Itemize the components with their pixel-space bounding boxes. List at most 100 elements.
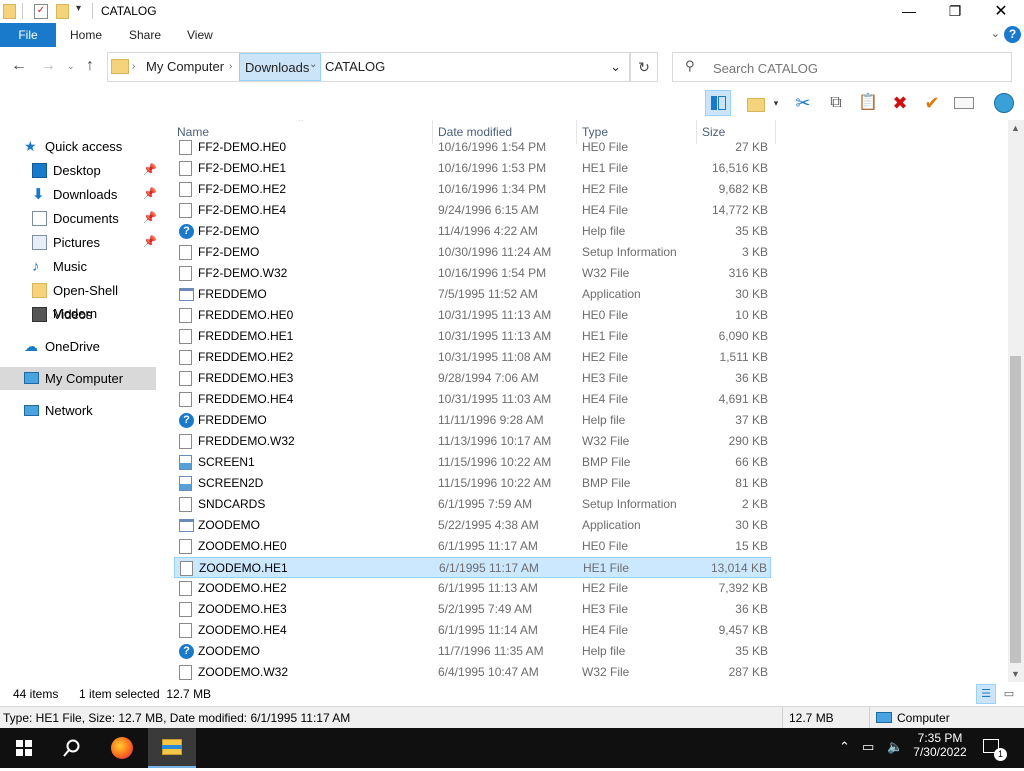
nav-videos[interactable]: Videos [0, 303, 156, 326]
properties-icon[interactable]: ✓ [34, 4, 48, 19]
file-row[interactable]: ZOODEMO.HE3 5/2/1995 7:49 AM HE3 File 36 KB [174, 599, 771, 620]
file-date-modified: 10/31/1995 11:13 AM [438, 308, 552, 322]
tab-view[interactable]: View [187, 23, 213, 47]
refresh-button[interactable]: ↻ [630, 52, 658, 82]
file-size: 37 KB [735, 413, 768, 427]
email-icon[interactable] [951, 90, 977, 116]
network-status-icon[interactable]: ▭ [862, 739, 874, 755]
file-row[interactable]: ZOODEMO 5/22/1995 4:38 AM Application 30 KB [174, 515, 771, 536]
tab-share[interactable]: Share [129, 23, 161, 47]
clock[interactable]: 7:35 PM 7/30/2022 [912, 731, 968, 765]
file-row[interactable]: FF2-DEMO.HE0 10/16/1996 1:54 PM HE0 File 27… [174, 137, 771, 158]
nav-desktop[interactable]: Desktop 📌 [0, 159, 157, 182]
address-bar[interactable]: › My Computer › Downloads ⌄ CATALOG ⌄ [107, 52, 630, 82]
breadcrumb-dropdown-icon[interactable]: ⌄ [309, 59, 317, 70]
file-row[interactable]: FF2-DEMO.W32 10/16/1996 1:54 PM W32 File 31… [174, 263, 771, 284]
maximize-button[interactable]: ❐ [932, 0, 978, 23]
file-name: ZOODEMO.W32 [198, 665, 289, 679]
file-row[interactable]: ZOODEMO.HE1 6/1/1995 11:17 AM HE1 File 13,0… [174, 557, 771, 578]
search-box[interactable]: ⚲ [672, 52, 1012, 82]
file-row[interactable]: ? FF2-DEMO 11/4/1996 4:22 AM Help file 35 KB [174, 221, 771, 242]
forward-arrow-icon[interactable]: → [40, 57, 56, 75]
file-row[interactable]: FREDDEMO.HE2 10/31/1995 11:08 AM HE2 File 1… [174, 347, 771, 368]
scroll-thumb[interactable] [1010, 356, 1021, 663]
file-name: FREDDEMO [198, 287, 267, 301]
file-row[interactable]: FREDDEMO.HE4 10/31/1995 11:03 AM HE4 File 4… [174, 389, 771, 410]
file-row[interactable]: FREDDEMO.HE1 10/31/1995 11:13 AM HE1 File 6… [174, 326, 771, 347]
properties-icon[interactable]: ✔ [919, 90, 945, 116]
file-name: ZOODEMO.HE1 [199, 561, 288, 575]
file-row[interactable]: FREDDEMO 7/5/1995 11:52 AM Application 30 K… [174, 284, 771, 305]
breadcrumb-catalog[interactable]: CATALOG [325, 59, 385, 74]
file-date-modified: 7/5/1995 11:52 AM [438, 287, 538, 301]
file-row[interactable]: FF2-DEMO.HE4 9/24/1996 6:15 AM HE4 File 14,… [174, 200, 771, 221]
recent-locations-icon[interactable]: ⌄ [67, 61, 75, 72]
copy-icon[interactable]: ⧉ [823, 90, 849, 116]
file-row[interactable]: SCREEN2D 11/15/1996 10:22 AM BMP File 81 KB [174, 473, 771, 494]
file-row[interactable]: FREDDEMO.W32 11/13/1996 10:17 AM W32 File 2… [174, 431, 771, 452]
nav-quick-access[interactable]: ★ Quick access [0, 135, 156, 158]
nav-onedrive[interactable]: ☁ OneDrive [0, 335, 156, 358]
breadcrumb-downloads-highlight[interactable]: Downloads ⌄ [239, 53, 321, 81]
file-row[interactable]: ZOODEMO.HE0 6/1/1995 11:17 AM HE0 File 15 K… [174, 536, 771, 557]
column-divider[interactable] [775, 120, 776, 144]
file-name: ZOODEMO.HE2 [198, 581, 287, 595]
file-row[interactable]: SCREEN1 11/15/1996 10:22 AM BMP File 66 KB [174, 452, 771, 473]
address-dropdown-icon[interactable]: ⌄ [610, 59, 621, 75]
start-button[interactable] [0, 728, 48, 768]
nav-music[interactable]: ♪ Music [0, 255, 156, 278]
customize-quick-access-icon[interactable]: ▾ [76, 3, 81, 14]
file-name: FREDDEMO.HE4 [198, 392, 294, 406]
tab-file[interactable]: File [0, 23, 56, 47]
file-row[interactable]: ? FREDDEMO 11/11/1996 9:28 AM Help file 37 K… [174, 410, 771, 431]
nav-downloads[interactable]: ⬇ Downloads 📌 [0, 183, 157, 206]
new-folder-icon[interactable] [744, 90, 770, 116]
file-row[interactable]: ZOODEMO.W32 6/4/1995 10:47 AM W32 File 287 … [174, 662, 771, 682]
breadcrumb-my-computer[interactable]: My Computer [146, 59, 224, 74]
file-row[interactable]: ZOODEMO.HE2 6/1/1995 11:13 AM HE2 File 7,39… [174, 578, 771, 599]
file-explorer-taskbar-icon[interactable] [148, 728, 196, 768]
file-row[interactable]: ZOODEMO.HE4 6/1/1995 11:14 AM HE4 File 9,45… [174, 620, 771, 641]
help-button[interactable]: ? [1004, 26, 1021, 43]
file-row[interactable]: FF2-DEMO 10/30/1996 11:24 AM Setup Informa… [174, 242, 771, 263]
up-arrow-icon[interactable]: ↑ [86, 57, 94, 75]
nav-my-computer[interactable]: My Computer [0, 367, 156, 390]
nav-pictures[interactable]: Pictures 📌 [0, 231, 157, 254]
new-folder-icon[interactable] [56, 4, 69, 19]
file-row[interactable]: ? ZOODEMO 11/7/1996 11:35 AM Help file 35 KB [174, 641, 771, 662]
volume-icon[interactable]: 🔈 [887, 739, 903, 755]
close-button[interactable]: ✕ [978, 0, 1024, 23]
navigation-bar: ← → ⌄ ↑ › My Computer › Downloads ⌄ CATA… [0, 47, 1024, 87]
file-row[interactable]: SNDCARDS 6/1/1995 7:59 AM Setup Informatio… [174, 494, 771, 515]
minimize-button[interactable]: — [886, 0, 932, 23]
search-taskbar-icon[interactable] [48, 728, 96, 768]
breadcrumb-separator-icon[interactable]: › [132, 61, 135, 72]
nav-open-shell-modern[interactable]: Open-Shell Modern [0, 279, 156, 321]
file-row[interactable]: FREDDEMO.HE3 9/28/1994 7:06 AM HE3 File 36 … [174, 368, 771, 389]
nav-documents[interactable]: Documents 📌 [0, 207, 157, 230]
firefox-icon[interactable] [98, 728, 146, 768]
file-row[interactable]: FREDDEMO.HE0 10/31/1995 11:13 AM HE0 File 1… [174, 305, 771, 326]
navigation-pane-icon[interactable] [705, 90, 731, 116]
scroll-down-icon[interactable]: ▼ [1011, 669, 1020, 679]
music-note-icon: ♪ [32, 258, 40, 275]
vertical-scrollbar[interactable]: ▲ ▼ [1008, 120, 1024, 682]
details-view-icon[interactable]: ☰ [976, 684, 996, 704]
large-icons-view-icon[interactable]: ▭ [999, 684, 1019, 704]
cut-icon[interactable]: ✂ [790, 90, 816, 116]
back-arrow-icon[interactable]: ← [11, 57, 27, 75]
new-folder-dropdown-icon[interactable]: ▾ [770, 90, 782, 116]
paste-icon[interactable]: 📋 [855, 90, 881, 116]
breadcrumb-separator-icon[interactable]: › [229, 61, 232, 72]
delete-icon[interactable]: ✖ [887, 90, 913, 116]
tab-home[interactable]: Home [70, 23, 102, 47]
file-row[interactable]: FF2-DEMO.HE2 10/16/1996 1:34 PM HE2 File 9,… [174, 179, 771, 200]
breadcrumb-downloads[interactable]: Downloads [245, 60, 309, 75]
expand-ribbon-icon[interactable]: ⌄ [991, 27, 1000, 40]
scroll-up-icon[interactable]: ▲ [1011, 123, 1020, 133]
file-row[interactable]: FF2-DEMO.HE1 10/16/1996 1:53 PM HE1 File 16… [174, 158, 771, 179]
nav-network[interactable]: Network [0, 399, 156, 422]
search-input[interactable] [711, 60, 1005, 77]
globe-icon[interactable] [991, 90, 1017, 116]
show-hidden-icons-icon[interactable]: ⌃ [839, 739, 850, 755]
